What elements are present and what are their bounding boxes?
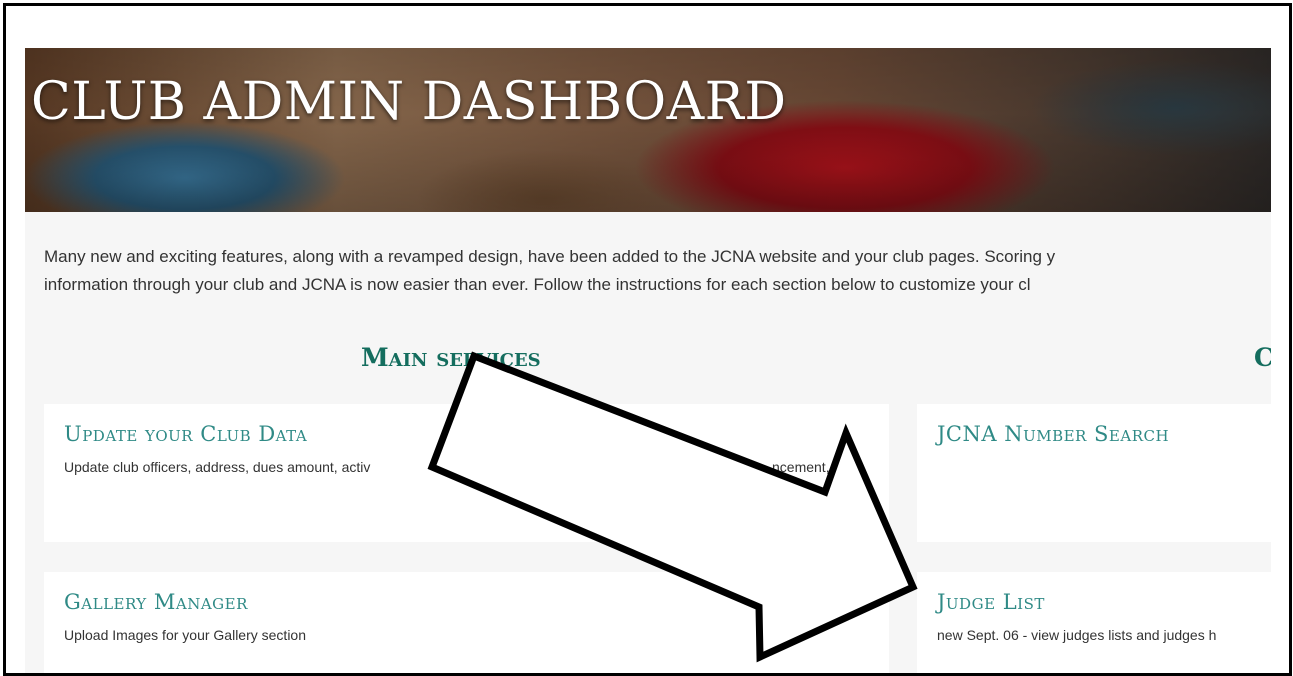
intro-line-2: information through your club and JCNA i… xyxy=(44,275,1031,294)
dashboard-page: CLUB ADMIN DASHBOARD Many new and exciti… xyxy=(25,48,1271,673)
main-services-heading: Main services xyxy=(361,343,541,372)
judge-list-card[interactable]: Judge List new Sept. 06 - view judges li… xyxy=(917,572,1271,673)
intro-line-1: Many new and exciting features, along wi… xyxy=(44,247,1056,266)
update-club-data-description: Update club officers, address, dues amou… xyxy=(64,459,371,475)
judge-list-link[interactable]: Judge List xyxy=(937,590,1045,614)
page-title: CLUB ADMIN DASHBOARD xyxy=(31,72,787,132)
update-club-data-description-tail: ncement, xyxy=(772,459,830,475)
gallery-manager-card[interactable]: Gallery Manager Upload Images for your G… xyxy=(44,572,889,673)
update-club-data-link[interactable]: Update your Club Data xyxy=(64,422,307,446)
judge-list-description: new Sept. 06 - view judges lists and jud… xyxy=(937,627,1217,643)
hero-banner: CLUB ADMIN DASHBOARD xyxy=(25,48,1271,212)
gallery-manager-description: Upload Images for your Gallery section xyxy=(64,627,306,643)
gallery-manager-link[interactable]: Gallery Manager xyxy=(64,590,248,614)
jcna-number-search-link[interactable]: JCNA Number Search xyxy=(937,422,1169,446)
jcna-number-search-card[interactable]: JCNA Number Search xyxy=(917,404,1271,542)
intro-text: Many new and exciting features, along wi… xyxy=(44,243,1271,299)
screenshot-frame: CLUB ADMIN DASHBOARD Many new and exciti… xyxy=(3,3,1292,676)
secondary-section-heading: C xyxy=(1254,343,1271,372)
update-club-data-card[interactable]: Update your Club Data Update club office… xyxy=(44,404,889,542)
